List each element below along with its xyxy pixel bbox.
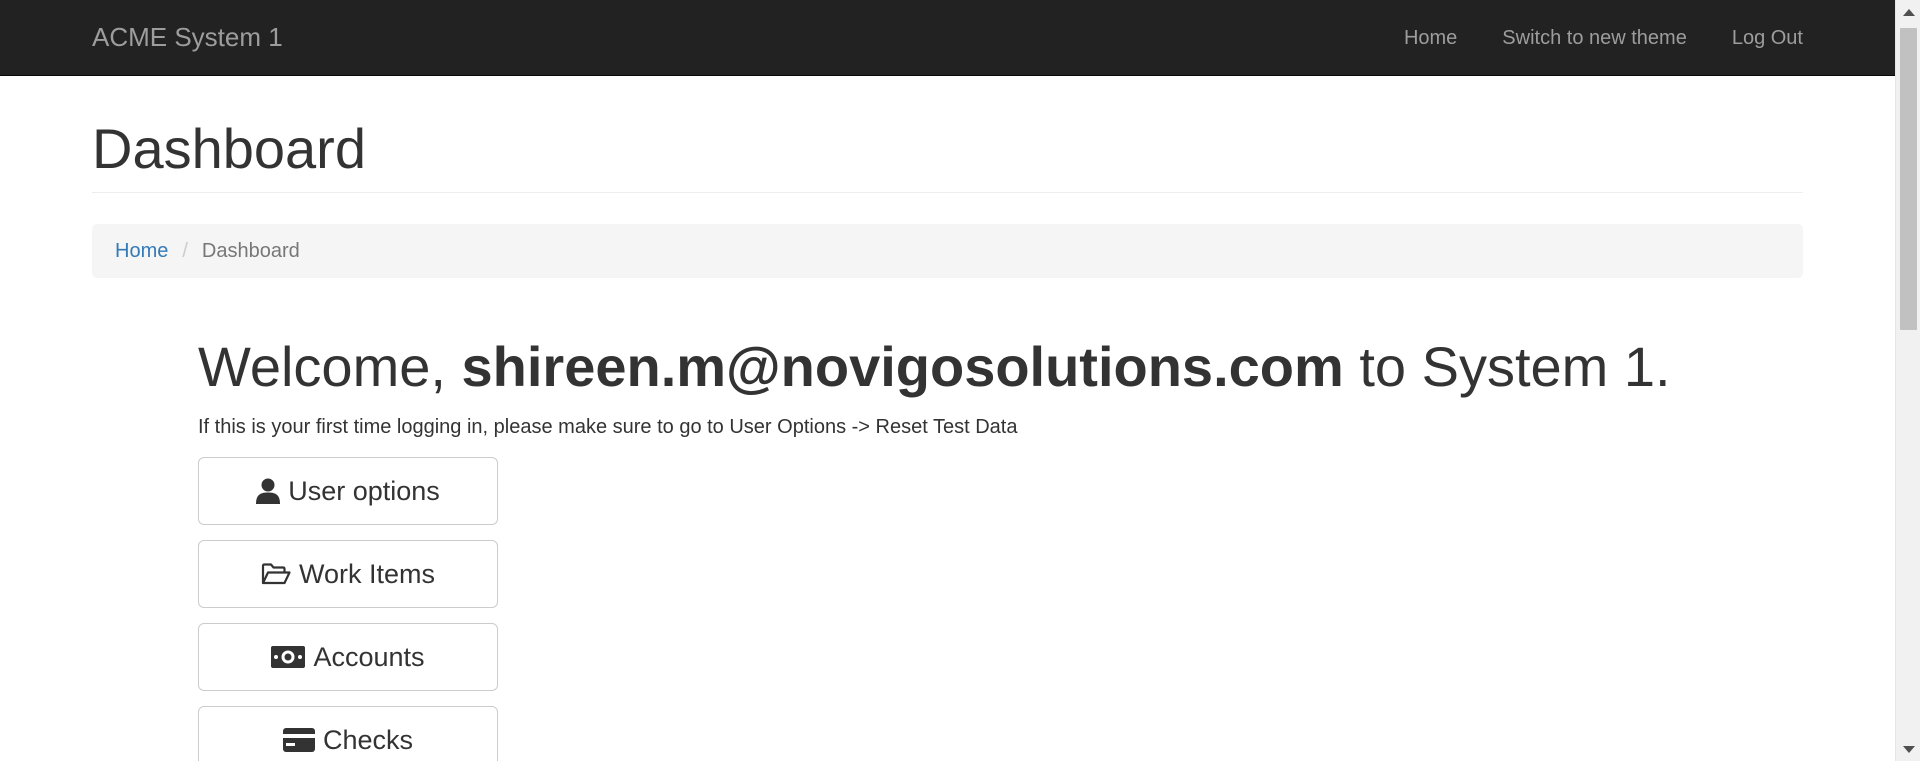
folder-open-icon xyxy=(261,563,291,585)
work-items-label: Work Items xyxy=(298,558,435,589)
nav-logout-link[interactable]: Log Out xyxy=(1732,0,1803,76)
credit-card-icon xyxy=(282,728,315,752)
navbar-links: Home Switch to new theme Log Out xyxy=(1359,0,1803,76)
scroll-down-arrow-icon[interactable] xyxy=(1903,746,1915,753)
welcome-user-email: shireen.m@novigosolutions.com xyxy=(461,335,1344,398)
welcome-heading: Welcome, shireen.m@novigosolutions.com t… xyxy=(198,330,1671,404)
welcome-suffix: to System 1. xyxy=(1359,335,1671,398)
header-divider xyxy=(92,192,1803,193)
scrollbar-thumb[interactable] xyxy=(1900,28,1917,330)
breadcrumb: Home / Dashboard xyxy=(92,224,1803,278)
nav-switch-theme-link[interactable]: Switch to new theme xyxy=(1502,0,1687,76)
user-options-button[interactable]: User options xyxy=(198,457,498,525)
accounts-label: Accounts xyxy=(313,641,425,672)
breadcrumb-home-link[interactable]: Home xyxy=(115,240,168,263)
money-icon xyxy=(271,646,306,668)
work-items-button[interactable]: Work Items xyxy=(198,540,498,608)
user-options-label: User options xyxy=(288,475,440,506)
breadcrumb-separator: / xyxy=(182,239,188,262)
first-login-note: If this is your first time logging in, p… xyxy=(198,416,1018,438)
page: ACME System 1 Home Switch to new theme L… xyxy=(0,0,1920,761)
top-navbar: ACME System 1 Home Switch to new theme L… xyxy=(0,0,1895,76)
brand-link[interactable]: ACME System 1 xyxy=(92,21,283,53)
vertical-scrollbar[interactable] xyxy=(1895,0,1920,761)
breadcrumb-current: Dashboard xyxy=(201,239,300,262)
scroll-up-arrow-icon[interactable] xyxy=(1903,9,1915,16)
welcome-prefix: Welcome, xyxy=(198,335,446,398)
user-icon xyxy=(256,478,281,504)
accounts-button[interactable]: Accounts xyxy=(198,623,498,691)
nav-home-link[interactable]: Home xyxy=(1404,0,1457,76)
checks-button[interactable]: Checks xyxy=(198,706,498,761)
page-title: Dashboard xyxy=(92,117,366,180)
checks-label: Checks xyxy=(322,724,414,755)
